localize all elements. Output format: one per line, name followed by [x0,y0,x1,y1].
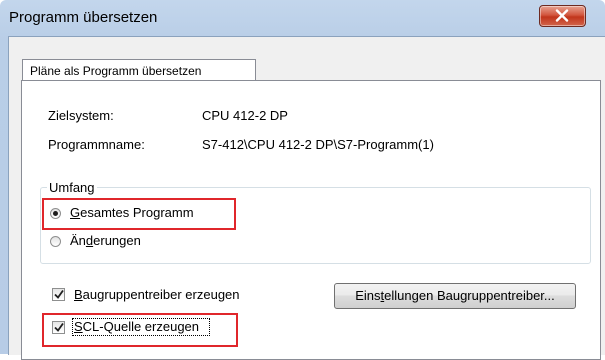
title-bar[interactable]: Programm übersetzen [0,0,605,36]
driver-mnemonic: B [74,287,83,302]
program-name-value: S7-412\CPU 412-2 DP\S7-Programm(1) [202,137,434,152]
close-icon [555,9,569,22]
tab-label: Pläne als Programm übersetzen [30,64,202,78]
driver-settings-button[interactable]: Einstellungen Baugruppentreiber... [334,283,576,309]
driver-checkbox[interactable] [52,288,65,301]
settings-text-rest: ellungen Baugruppentreiber... [384,288,555,303]
changes-text-rest: erungen [93,233,141,248]
changes-label[interactable]: Änderungen [70,233,141,248]
program-name-label: Programmname: [48,137,145,152]
dialog-window: Programm übersetzen Pläne als Programm ü… [0,0,605,360]
changes-radio[interactable] [50,236,61,247]
tab-compile-plans[interactable]: Pläne als Programm übersetzen [22,59,256,81]
scope-legend: Umfang [47,180,97,195]
highlight-scl-source [42,313,238,347]
target-system-value: CPU 412-2 DP [202,108,288,123]
driver-text: augruppentreiber erzeugen [82,287,240,302]
window-title: Programm übersetzen [9,9,158,26]
settings-text-pre: Eins [355,288,381,303]
close-button[interactable] [539,5,586,27]
target-system-label: Zielsystem: [48,108,114,123]
highlight-full-program [42,198,236,230]
changes-text-pre: Än [70,233,86,248]
driver-label[interactable]: Baugruppentreiber erzeugen [74,287,240,302]
checkmark-icon [54,289,64,299]
